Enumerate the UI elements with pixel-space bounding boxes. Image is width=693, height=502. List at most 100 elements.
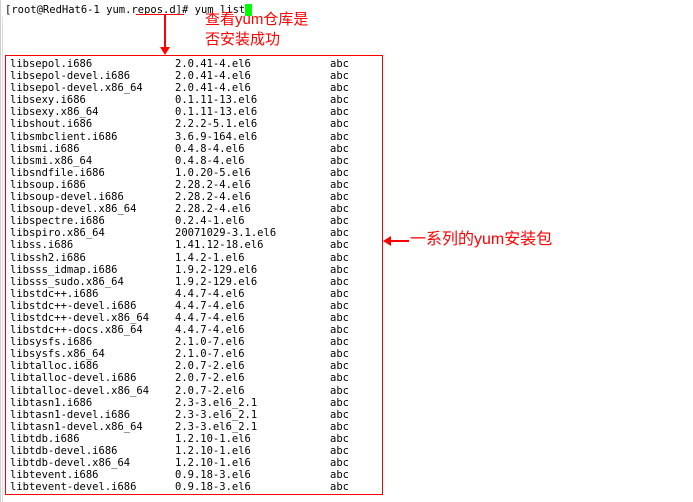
package-repo: abc [330, 445, 378, 457]
annotation-top-line1: 查看yum仓库是 [205, 10, 308, 30]
package-row: libsmi.x86_640.4.8-4.el6abc [10, 155, 378, 167]
package-version: 2.0.7-2.el6 [175, 360, 330, 372]
package-name: libsysfs.i686 [10, 336, 175, 348]
package-repo: abc [330, 397, 378, 409]
package-row: libtasn1-devel.i6862.3-3.el6_2.1abc [10, 409, 378, 421]
annotation-right: 一系列的yum安装包 [410, 230, 552, 250]
package-row: libsmbclient.i6863.6.9-164.el6abc [10, 131, 378, 143]
package-list-box: libsepol.i6862.0.41-4.el6abclibsepol-dev… [5, 55, 383, 495]
package-name: libtasn1-devel.x86_64 [10, 421, 175, 433]
package-repo: abc [330, 264, 378, 276]
package-version: 2.0.41-4.el6 [175, 58, 330, 70]
package-name: libsexy.i686 [10, 94, 175, 106]
arrow-down-icon [164, 15, 166, 53]
package-name: libsoup.i686 [10, 179, 175, 191]
package-version: 0.4.8-4.el6 [175, 155, 330, 167]
package-repo: abc [330, 215, 378, 227]
package-name: libsepol-devel.x86_64 [10, 82, 175, 94]
package-row: libtdb.i6861.2.10-1.el6abc [10, 433, 378, 445]
package-name: libtevent-devel.i686 [10, 481, 175, 493]
package-name: libtevent-devel.x86_64 [10, 493, 175, 495]
package-version: 2.3-3.el6_2.1 [175, 397, 330, 409]
package-repo: abc [330, 203, 378, 215]
package-name: libsmi.i686 [10, 143, 175, 155]
package-repo: abc [330, 385, 378, 397]
package-name: libtasn1-devel.i686 [10, 409, 175, 421]
package-version: 1.2.10-1.el6 [175, 457, 330, 469]
package-name: libsndfile.i686 [10, 167, 175, 179]
package-repo: abc [330, 457, 378, 469]
package-repo: abc [330, 70, 378, 82]
package-repo: abc [330, 94, 378, 106]
package-row: libstdc++-devel.x86_644.4.7-4.el6abc [10, 312, 378, 324]
package-name: libstdc++.i686 [10, 288, 175, 300]
package-repo: abc [330, 239, 378, 251]
package-version: 20071029-3.1.el6 [175, 227, 330, 239]
package-name: libsmi.x86_64 [10, 155, 175, 167]
package-row: libtalloc-devel.x86_642.0.7-2.el6abc [10, 385, 378, 397]
package-version: 3.6.9-164.el6 [175, 131, 330, 143]
package-version: 0.9.18-3.el6 [175, 493, 330, 495]
annotation-top-line2: 否安装成功 [205, 30, 308, 50]
package-name: libspiro.x86_64 [10, 227, 175, 239]
package-version: 2.28.2-4.el6 [175, 203, 330, 215]
package-name: libtdb-devel.i686 [10, 445, 175, 457]
package-version: 2.1.0-7.el6 [175, 336, 330, 348]
package-name: libtalloc.i686 [10, 360, 175, 372]
package-repo: abc [330, 167, 378, 179]
package-row: libsoup-devel.x86_642.28.2-4.el6abc [10, 203, 378, 215]
package-repo: abc [330, 191, 378, 203]
package-row: libsoup.i6862.28.2-4.el6abc [10, 179, 378, 191]
package-row: libtevent.i6860.9.18-3.el6abc [10, 469, 378, 481]
package-repo: abc [330, 433, 378, 445]
package-version: 0.1.11-13.el6 [175, 94, 330, 106]
package-repo: abc [330, 409, 378, 421]
package-repo: abc [330, 227, 378, 239]
package-repo: abc [330, 143, 378, 155]
package-version: 2.2.2-5.1.el6 [175, 118, 330, 130]
package-repo: abc [330, 360, 378, 372]
package-repo: abc [330, 469, 378, 481]
package-name: libtalloc-devel.x86_64 [10, 385, 175, 397]
package-row: libsexy.i6860.1.11-13.el6abc [10, 94, 378, 106]
arrow-left-icon [385, 240, 409, 242]
package-name: libsss_idmap.i686 [10, 264, 175, 276]
package-repo: abc [330, 179, 378, 191]
page-margin-line [0, 0, 1, 502]
package-row: libshout.i6862.2.2-5.1.el6abc [10, 118, 378, 130]
package-name: libtevent.i686 [10, 469, 175, 481]
package-version: 1.4.2-1.el6 [175, 252, 330, 264]
package-version: 2.3-3.el6_2.1 [175, 421, 330, 433]
package-version: 2.0.41-4.el6 [175, 70, 330, 82]
annotation-top: 查看yum仓库是 否安装成功 [205, 10, 308, 50]
package-row: libssh2.i6861.4.2-1.el6abc [10, 252, 378, 264]
package-row: libstdc++.i6864.4.7-4.el6abc [10, 288, 378, 300]
package-repo: abc [330, 118, 378, 130]
package-version: 4.4.7-4.el6 [175, 312, 330, 324]
page-margin-line-2 [2, 17, 3, 502]
package-version: 2.0.41-4.el6 [175, 82, 330, 94]
package-name: libsysfs.x86_64 [10, 348, 175, 360]
package-row: libsoup-devel.i6862.28.2-4.el6abc [10, 191, 378, 203]
package-row: libsmi.i6860.4.8-4.el6abc [10, 143, 378, 155]
package-repo: abc [330, 493, 378, 495]
package-row: libsepol-devel.i6862.0.41-4.el6abc [10, 70, 378, 82]
package-repo: abc [330, 421, 378, 433]
package-name: libtdb.i686 [10, 433, 175, 445]
package-version: 1.9.2-129.el6 [175, 264, 330, 276]
package-repo: abc [330, 131, 378, 143]
package-row: libsss_idmap.i6861.9.2-129.el6abc [10, 264, 378, 276]
package-row: libtevent-devel.i6860.9.18-3.el6abc [10, 481, 378, 493]
package-row: libtdb-devel.i6861.2.10-1.el6abc [10, 445, 378, 457]
package-name: libstdc++-docs.x86_64 [10, 324, 175, 336]
package-row: libtdb-devel.x86_641.2.10-1.el6abc [10, 457, 378, 469]
package-repo: abc [330, 348, 378, 360]
package-version: 0.1.11-13.el6 [175, 106, 330, 118]
package-name: libshout.i686 [10, 118, 175, 130]
package-name: libsepol.i686 [10, 58, 175, 70]
package-name: libtasn1.i686 [10, 397, 175, 409]
package-name: libtalloc-devel.i686 [10, 372, 175, 384]
package-row: libtasn1-devel.x86_642.3-3.el6_2.1abc [10, 421, 378, 433]
package-repo: abc [330, 106, 378, 118]
package-row: libsndfile.i6861.0.20-5.el6abc [10, 167, 378, 179]
